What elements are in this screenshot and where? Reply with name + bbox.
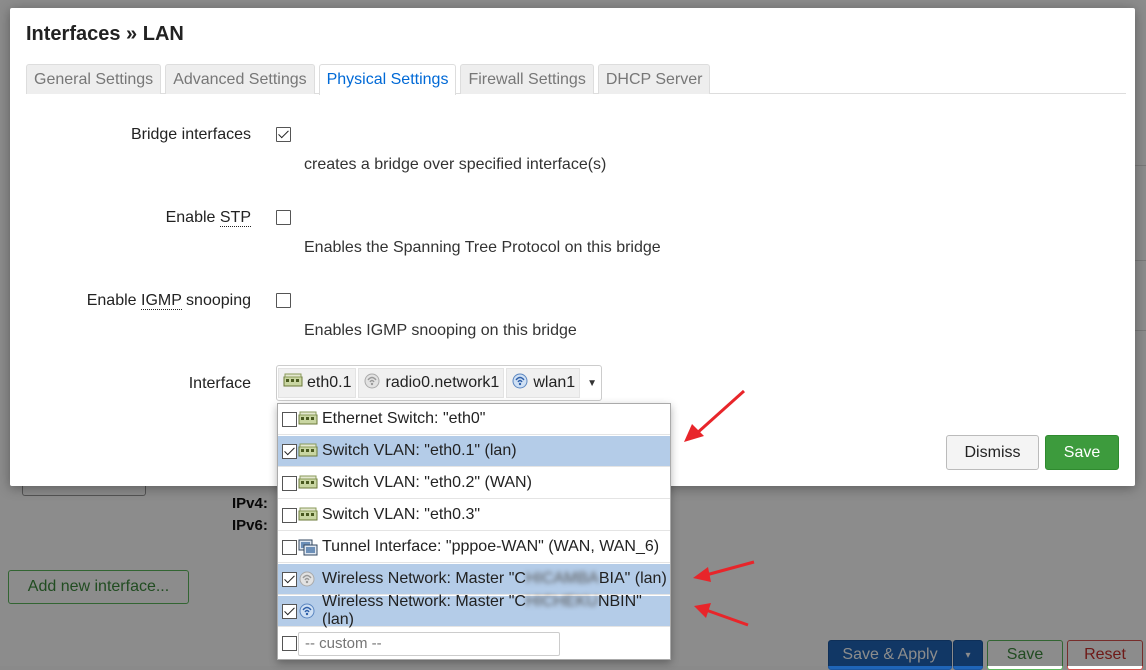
igmp-abbr: IGMP xyxy=(141,292,182,310)
stp-abbr: STP xyxy=(219,209,251,227)
chevron-down-icon[interactable]: ▼ xyxy=(587,378,597,389)
option-label: Tunnel Interface: "pppoe-WAN" (WAN, WAN_… xyxy=(322,538,660,555)
interface-dropdown-list: Ethernet Switch: "eth0" Switch VLAN: "et… xyxy=(277,403,671,660)
annotation-arrow-icon xyxy=(684,389,746,442)
option-switch-vlan-eth0-1[interactable]: Switch VLAN: "eth0.1" (lan) xyxy=(278,436,670,467)
interface-label: Interface xyxy=(188,375,251,392)
option-label: Switch VLAN: "eth0.1" (lan) xyxy=(322,442,517,459)
option-checkbox[interactable] xyxy=(282,507,297,523)
tab-advanced-settings[interactable]: Advanced Settings xyxy=(165,64,315,94)
option-label: Switch VLAN: "eth0.3" xyxy=(322,506,481,523)
chip-label: radio0.network1 xyxy=(385,374,500,391)
option-checkbox[interactable] xyxy=(282,539,297,555)
option-label: Wireless Network: Master "CHICHEKUNBIN" … xyxy=(322,593,670,629)
option-checkbox[interactable] xyxy=(282,603,297,619)
option-label: Wireless Network: Master "CHICAMBABIA" (… xyxy=(322,570,667,588)
chip-radio0-network1: radio0.network1 xyxy=(358,368,505,398)
custom-interface-input[interactable] xyxy=(298,631,560,656)
option-wireless-master-1[interactable]: Wireless Network: Master "CHICAMBABIA" (… xyxy=(278,564,670,595)
tab-firewall-settings[interactable]: Firewall Settings xyxy=(460,64,594,94)
switch-icon xyxy=(283,373,303,394)
modal-title: Interfaces » LAN xyxy=(26,23,184,45)
enable-igmp-label: Enable IGMP snooping xyxy=(87,292,251,310)
redacted-ssid: HICAMBA xyxy=(525,570,599,587)
option-checkbox[interactable] xyxy=(282,636,297,651)
option-switch-vlan-eth0-2[interactable]: Switch VLAN: "eth0.2" (WAN) xyxy=(278,468,670,499)
chip-wlan1: wlan1 xyxy=(506,368,581,398)
option-custom[interactable] xyxy=(278,628,670,659)
option-ethernet-switch-eth0[interactable]: Ethernet Switch: "eth0" xyxy=(278,404,670,435)
switch-icon xyxy=(298,474,318,492)
wireless-icon xyxy=(511,372,529,395)
annotation-arrow-icon xyxy=(694,603,749,627)
tab-physical-settings[interactable]: Physical Settings xyxy=(318,64,457,95)
wireless-icon xyxy=(298,602,318,620)
option-switch-vlan-eth0-3[interactable]: Switch VLAN: "eth0.3" xyxy=(278,500,670,531)
option-checkbox[interactable] xyxy=(282,443,297,459)
option-checkbox[interactable] xyxy=(282,411,297,427)
save-button[interactable]: Save xyxy=(1045,435,1119,470)
bridge-interfaces-description: creates a bridge over specified interfac… xyxy=(304,156,607,173)
option-checkbox[interactable] xyxy=(282,571,297,587)
option-label-pre: Wireless Network: Master "C xyxy=(322,570,526,587)
enable-igmp-label-prefix: Enable xyxy=(86,292,141,309)
switch-icon xyxy=(298,506,318,524)
option-wireless-master-2[interactable]: Wireless Network: Master "CHICHEKUNBIN" … xyxy=(278,593,670,629)
enable-stp-checkbox[interactable] xyxy=(276,210,291,225)
tab-general-settings[interactable]: General Settings xyxy=(26,64,162,94)
option-label: Ethernet Switch: "eth0" xyxy=(322,410,486,427)
enable-igmp-checkbox[interactable] xyxy=(276,293,291,308)
enable-igmp-label-suffix: snooping xyxy=(181,292,251,309)
bridge-interfaces-checkbox[interactable] xyxy=(276,127,291,142)
interface-select[interactable]: eth0.1 radio0.network1 wlan1 ▼ xyxy=(276,365,602,401)
switch-icon xyxy=(298,410,318,428)
tab-dhcp-server[interactable]: DHCP Server xyxy=(597,64,711,94)
option-checkbox[interactable] xyxy=(282,475,297,491)
switch-icon xyxy=(298,442,318,460)
bridge-interfaces-label: Bridge interfaces xyxy=(130,126,251,143)
enable-stp-label-prefix: Enable xyxy=(165,209,220,226)
chip-eth0-1: eth0.1 xyxy=(278,368,357,398)
option-tunnel-pppoe-wan[interactable]: Tunnel Interface: "pppoe-WAN" (WAN, WAN_… xyxy=(278,532,670,563)
option-label-post: BIA" (lan) xyxy=(598,570,667,587)
annotation-arrow-icon xyxy=(693,560,755,582)
chip-label: wlan1 xyxy=(533,374,576,391)
enable-stp-description: Enables the Spanning Tree Protocol on th… xyxy=(304,239,661,256)
enable-stp-label: Enable STP xyxy=(166,209,251,227)
tab-bar: General Settings Advanced Settings Physi… xyxy=(26,64,1126,95)
wireless-disabled-icon xyxy=(363,372,381,395)
chip-label: eth0.1 xyxy=(307,374,352,391)
redacted-ssid: HICHEKU xyxy=(525,593,598,610)
option-label: Switch VLAN: "eth0.2" (WAN) xyxy=(322,474,532,491)
option-label-pre: Wireless Network: Master "C xyxy=(322,593,526,610)
wireless-disabled-icon xyxy=(298,570,318,588)
enable-igmp-description: Enables IGMP snooping on this bridge xyxy=(304,322,577,339)
tunnel-icon xyxy=(298,538,318,556)
dismiss-button[interactable]: Dismiss xyxy=(946,435,1039,470)
